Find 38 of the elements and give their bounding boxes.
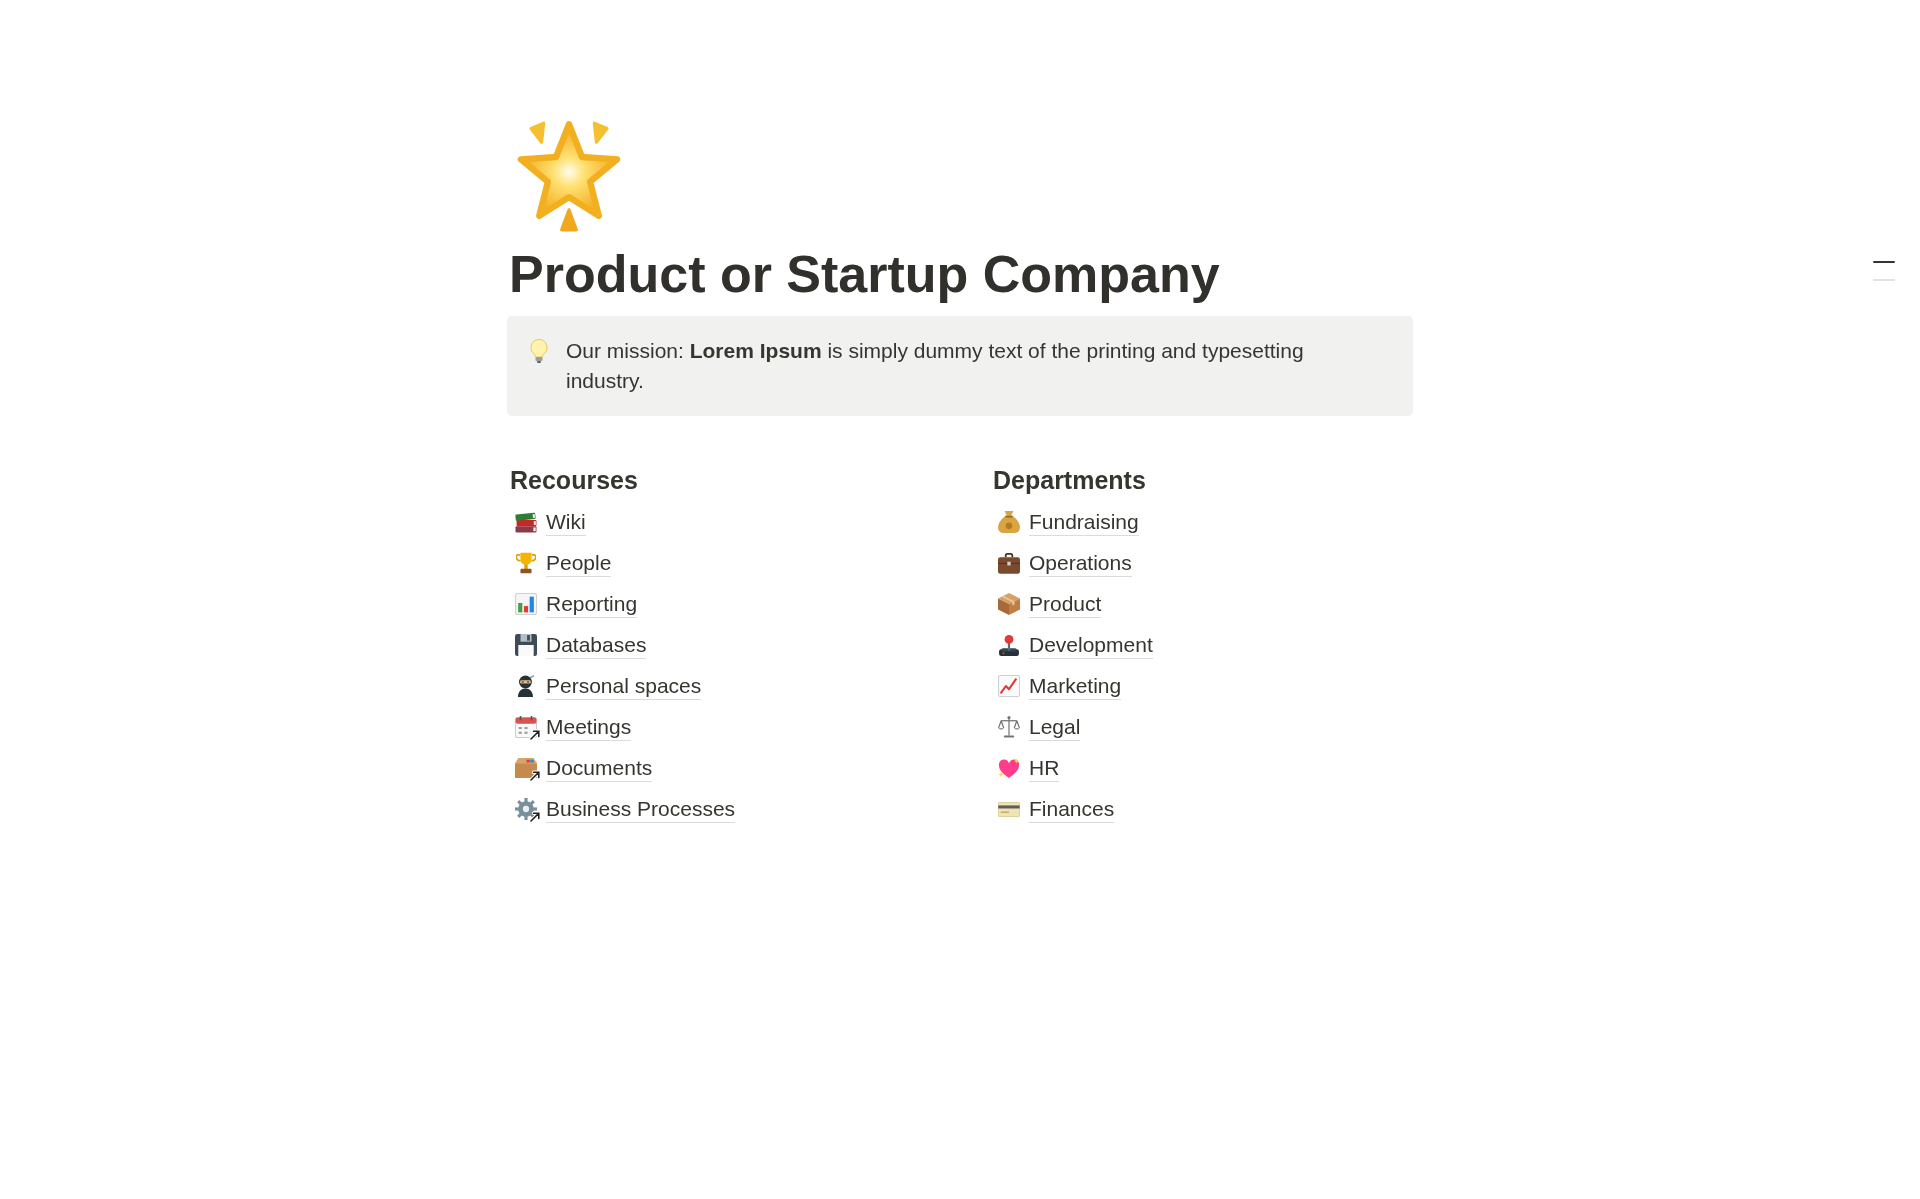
page-link[interactable]: Legal: [1029, 713, 1081, 741]
trophy-icon: [516, 552, 536, 574]
page-link[interactable]: Development: [1029, 631, 1153, 659]
calendar-icon: [515, 716, 537, 738]
section-heading: Departments: [992, 465, 1147, 496]
page-link[interactable]: Business Processes: [546, 795, 736, 823]
page-link[interactable]: People: [546, 549, 612, 577]
page-title: Product or Startup Company: [508, 244, 1221, 304]
page-link[interactable]: Wiki: [546, 508, 586, 536]
light-bulb-icon: [530, 339, 548, 363]
callout-text: Our mission: Lorem Ipsum is simply dummy text of the printing and typesetting industry.: [566, 338, 1305, 394]
balance-scale-icon: [998, 716, 1020, 738]
page-link[interactable]: Meetings: [546, 713, 632, 741]
file-box-icon: [515, 758, 537, 778]
cardboard-box-icon: [998, 593, 1020, 615]
credit-card-icon: [998, 801, 1020, 817]
line-chart-icon: [998, 675, 1020, 697]
books-icon: [515, 511, 537, 533]
money-bag-icon: [998, 511, 1020, 533]
section-heading: Recourses: [509, 465, 639, 496]
page-link[interactable]: Databases: [546, 631, 647, 659]
page-link[interactable]: Personal spaces: [546, 672, 702, 700]
outline-lines-icon[interactable]: [1873, 261, 1895, 281]
glowing-star-icon: [516, 119, 622, 233]
sparkling-heart-icon: [998, 757, 1020, 779]
page-link[interactable]: Documents: [546, 754, 653, 782]
page-link[interactable]: Reporting: [546, 590, 638, 618]
joystick-icon: [999, 634, 1019, 656]
page-link[interactable]: Product: [1029, 590, 1102, 618]
page-link[interactable]: HR: [1029, 754, 1060, 782]
briefcase-icon: [998, 552, 1020, 574]
ninja-icon: [517, 675, 535, 697]
bar-chart-icon: [515, 593, 537, 615]
page-link[interactable]: Finances: [1029, 795, 1115, 823]
page-link[interactable]: Operations: [1029, 549, 1132, 577]
gear-icon: [515, 798, 537, 820]
page-link[interactable]: Fundraising: [1029, 508, 1139, 536]
page-link[interactable]: Marketing: [1029, 672, 1122, 700]
